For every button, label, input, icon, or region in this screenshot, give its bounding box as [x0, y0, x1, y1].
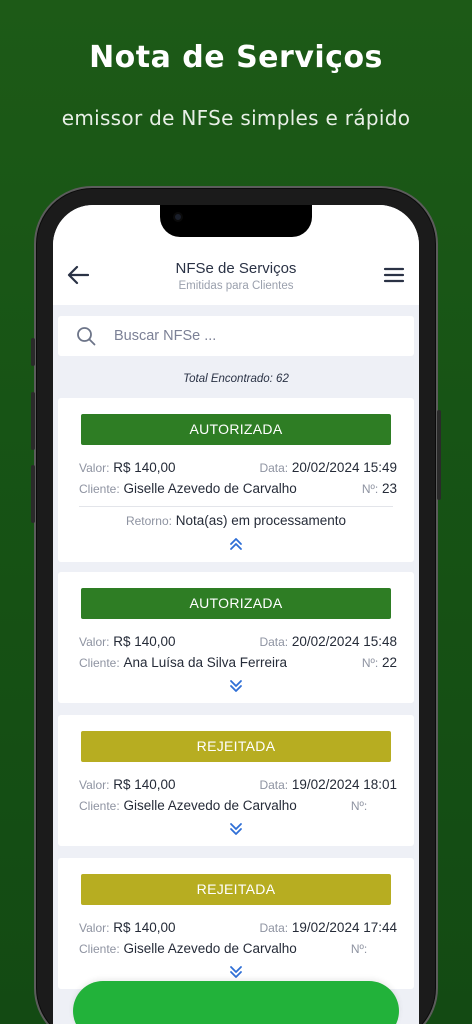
hero-subtitle: emissor de NFSe simples e rápido — [61, 106, 411, 130]
front-camera — [173, 212, 183, 222]
valor-value: R$ 140,00 — [113, 634, 176, 649]
retorno-value: Nota(as) em processamento — [175, 513, 347, 528]
search-icon — [77, 327, 96, 346]
data-label: Data: — [259, 635, 289, 649]
new-invoice-button[interactable] — [73, 981, 399, 1024]
status-badge: AUTORIZADA — [81, 414, 391, 445]
invoice-card[interactable]: REJEITADA Valor: R$ 140,00 Data: 19/02/2… — [58, 715, 414, 846]
data-label: Data: — [259, 778, 289, 792]
retorno-label: Retorno: — [125, 514, 172, 528]
invoice-card[interactable]: AUTORIZADA Valor: R$ 140,00 Data: 20/02/… — [58, 572, 414, 703]
invoice-card[interactable]: REJEITADA Valor: R$ 140,00 Data: 19/02/2… — [58, 858, 414, 989]
valor-label: Valor: — [79, 635, 110, 649]
numero-value: 22 — [381, 655, 397, 670]
page-title: NFSe de Serviços — [175, 260, 297, 277]
chevron-double-down-icon[interactable] — [229, 679, 243, 693]
chevron-double-down-icon[interactable] — [229, 822, 243, 836]
cliente-value: Ana Luísa da Silva Ferreira — [123, 655, 288, 670]
total-count: Total Encontrado: 62 — [183, 373, 289, 385]
data-value: 20/02/2024 15:48 — [291, 634, 397, 649]
valor-value: R$ 140,00 — [113, 460, 176, 475]
hero-title: Nota de Serviços — [89, 40, 383, 75]
valor-label: Valor: — [79, 461, 110, 475]
search-input[interactable] — [114, 316, 404, 356]
numero-label: Nº: — [350, 799, 368, 813]
cliente-label: Cliente: — [79, 799, 120, 813]
numero-label: Nº: — [350, 942, 368, 956]
volume-up-button — [31, 392, 35, 450]
cliente-value: Giselle Azevedo de Carvalho — [123, 481, 297, 496]
chevron-double-up-icon[interactable] — [229, 537, 243, 551]
data-value: 19/02/2024 17:44 — [291, 920, 397, 935]
valor-label: Valor: — [79, 778, 110, 792]
mute-switch — [31, 338, 35, 366]
data-value: 19/02/2024 18:01 — [291, 777, 397, 792]
data-label: Data: — [259, 921, 289, 935]
power-button — [437, 410, 441, 500]
cliente-label: Cliente: — [79, 656, 120, 670]
status-badge: REJEITADA — [81, 874, 391, 905]
volume-down-button — [31, 465, 35, 523]
page-subtitle: Emitidas para Clientes — [178, 280, 294, 292]
status-badge: REJEITADA — [81, 731, 391, 762]
numero-label: Nº: — [361, 656, 379, 670]
invoice-card[interactable]: AUTORIZADA Valor: R$ 140,00 Data: 20/02/… — [58, 398, 414, 562]
phone-notch — [160, 205, 312, 237]
numero-value: 23 — [381, 481, 397, 496]
hamburger-menu-icon[interactable] — [383, 266, 405, 284]
status-badge: AUTORIZADA — [81, 588, 391, 619]
chevron-double-down-icon[interactable] — [229, 965, 243, 979]
valor-value: R$ 140,00 — [113, 777, 176, 792]
data-label: Data: — [259, 461, 289, 475]
data-value: 20/02/2024 15:49 — [291, 460, 397, 475]
app-screen: NFSe de Serviços Emitidas para Clientes … — [53, 205, 419, 1024]
cliente-value: Giselle Azevedo de Carvalho — [123, 941, 297, 956]
search-bar — [58, 316, 414, 356]
cliente-label: Cliente: — [79, 942, 120, 956]
cliente-label: Cliente: — [79, 482, 120, 496]
valor-value: R$ 140,00 — [113, 920, 176, 935]
valor-label: Valor: — [79, 921, 110, 935]
divider — [79, 506, 393, 507]
numero-label: Nº: — [361, 482, 379, 496]
cliente-value: Giselle Azevedo de Carvalho — [123, 798, 297, 813]
